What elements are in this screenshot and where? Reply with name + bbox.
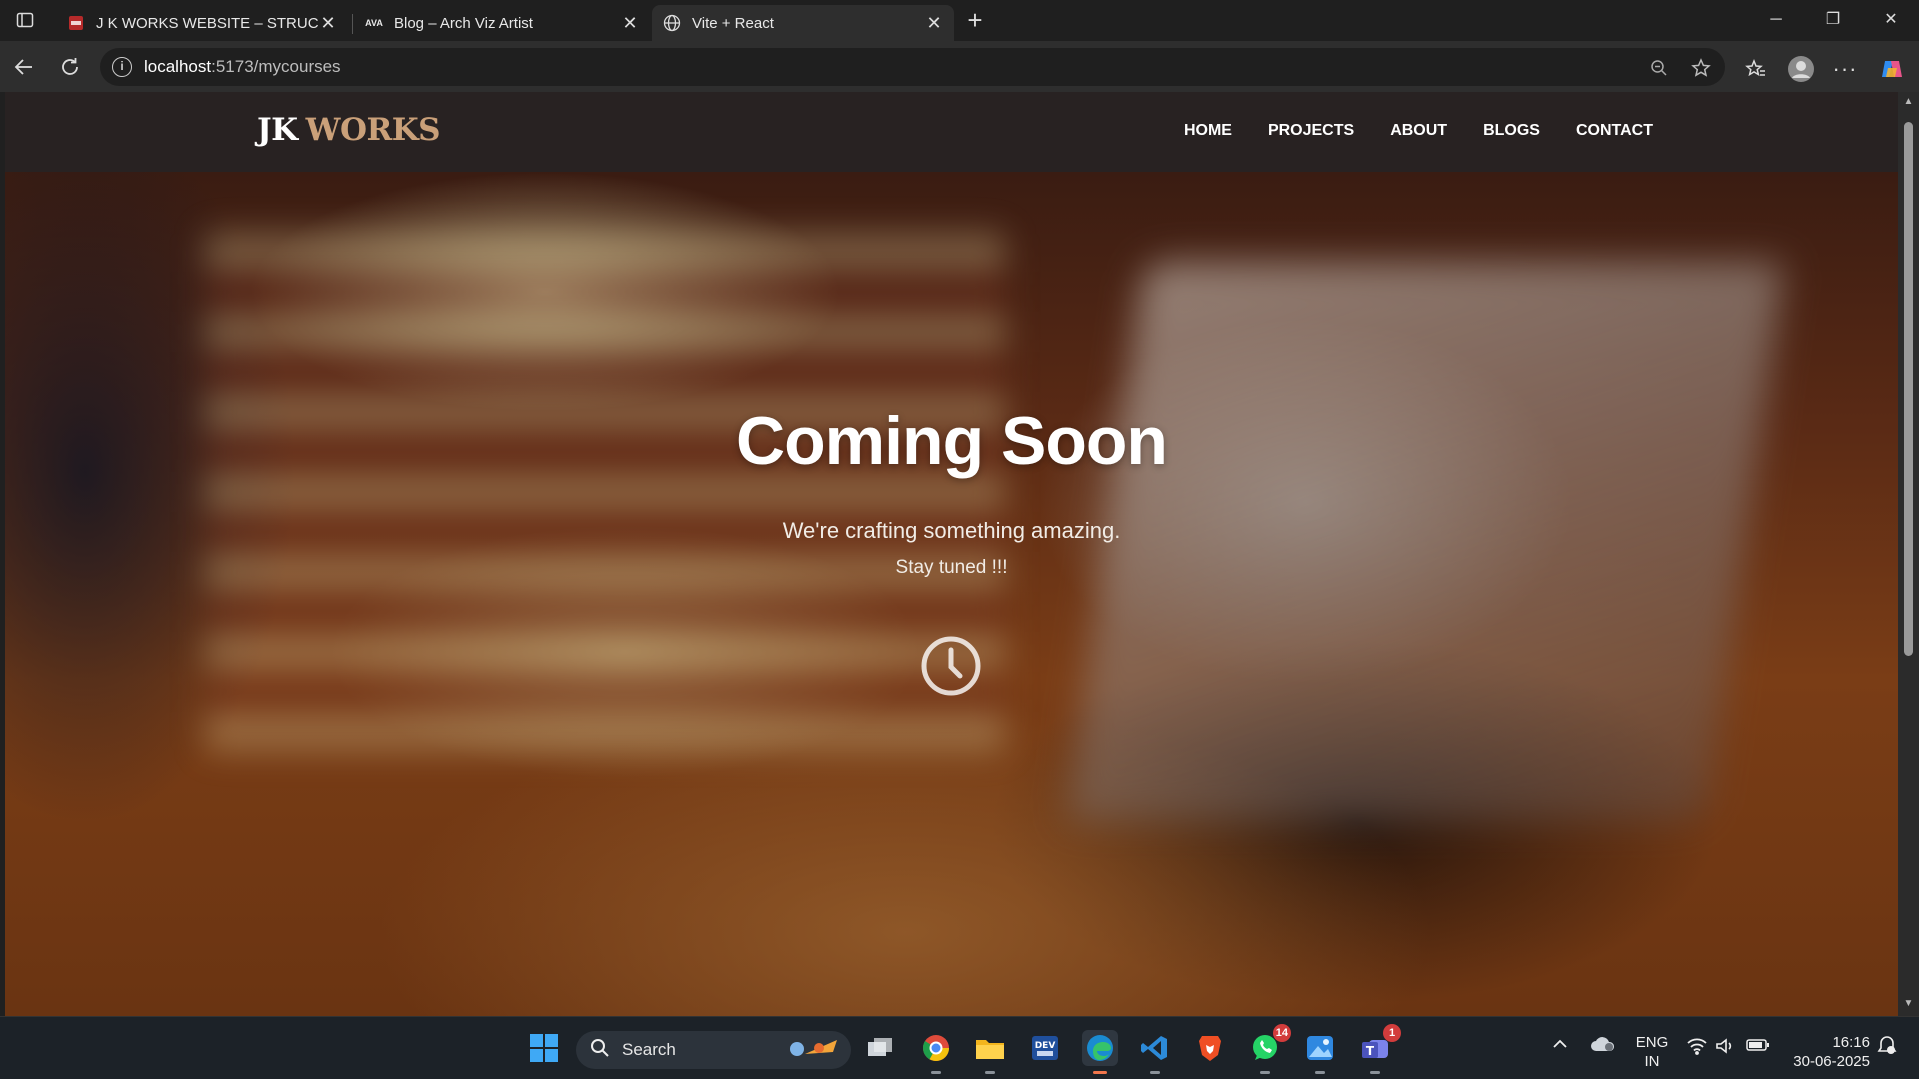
chrome-icon[interactable] [918, 1030, 954, 1074]
close-window-icon[interactable]: ✕ [1871, 6, 1911, 34]
pdf-icon [66, 13, 86, 33]
tab-arch-viz[interactable]: AVA Blog – Arch Viz Artist ✕ [354, 5, 650, 41]
browser-toolbar: i localhost:5173/mycourses [0, 41, 1919, 92]
running-indicator [1370, 1071, 1380, 1074]
site-info-icon[interactable]: i [112, 57, 132, 77]
favorite-star-icon[interactable] [1690, 57, 1712, 79]
nav-blogs[interactable]: BLOGS [1483, 122, 1540, 140]
language-code: ENG [1635, 1034, 1669, 1051]
close-tab-icon[interactable]: ✕ [318, 13, 338, 34]
tab-separator [352, 14, 353, 34]
running-indicator [1315, 1071, 1325, 1074]
running-indicator [931, 1071, 941, 1074]
teams-icon[interactable]: T 1 [1357, 1024, 1401, 1074]
whatsapp-icon[interactable]: 14 [1247, 1024, 1291, 1074]
profile-avatar-icon[interactable] [1786, 54, 1816, 84]
restore-icon[interactable]: ❐ [1813, 6, 1853, 34]
search-icon [590, 1038, 610, 1063]
globe-icon [662, 13, 682, 33]
running-indicator [1093, 1071, 1107, 1074]
svg-text:DEV: DEV [1035, 1041, 1056, 1051]
url-text: localhost:5173/mycourses [144, 57, 341, 76]
logo-works: WORKS [305, 112, 441, 148]
volume-icon[interactable] [1715, 1037, 1737, 1059]
windows-start-icon[interactable] [526, 1030, 562, 1066]
more-menu-icon[interactable]: ··· [1830, 54, 1860, 84]
web-page: JK WORKS HOME PROJECTS ABOUT BLOGS CONTAC… [5, 92, 1898, 1016]
hero-title: Coming Soon [736, 403, 1168, 479]
running-indicator [985, 1071, 995, 1074]
nav-contact[interactable]: CONTACT [1576, 122, 1653, 140]
hero-tagline: Stay tuned !!! [895, 557, 1008, 578]
nav-home[interactable]: HOME [1184, 122, 1232, 140]
hero-section: Coming Soon We're crafting something ama… [5, 172, 1898, 1016]
tab-vite-react[interactable]: Vite + React ✕ [652, 5, 954, 41]
nav-about[interactable]: ABOUT [1390, 122, 1447, 140]
page-scrollbar[interactable]: ▲ ▼ [1898, 92, 1919, 1016]
file-explorer-icon[interactable] [972, 1030, 1008, 1074]
notification-badge: 14 [1272, 1024, 1291, 1042]
clock-icon [919, 634, 983, 698]
wifi-icon[interactable] [1686, 1037, 1708, 1059]
tab-title: J K WORKS WEBSITE – STRUCTUR [96, 14, 318, 32]
taskbar: Search DEV 14 T 1 ENG IN 16:16 30-06-202… [0, 1016, 1919, 1079]
search-highlight-icon [781, 1034, 841, 1067]
notification-bell-icon[interactable] [1877, 1035, 1897, 1061]
dev-home-icon[interactable]: DEV [1027, 1030, 1063, 1066]
ava-icon: AVA [365, 18, 383, 28]
tab-jk-works[interactable]: J K WORKS WEBSITE – STRUCTUR ✕ [56, 5, 348, 41]
svg-text:T: T [1366, 1044, 1375, 1058]
logo-jk: JK [257, 112, 298, 148]
scroll-up-icon[interactable]: ▲ [1902, 96, 1915, 108]
close-tab-icon[interactable]: ✕ [620, 13, 640, 34]
running-indicator [1260, 1071, 1270, 1074]
edge-icon[interactable] [1082, 1030, 1118, 1074]
scroll-thumb[interactable] [1904, 122, 1913, 656]
zoom-icon[interactable] [1648, 57, 1670, 79]
brave-icon[interactable] [1192, 1030, 1228, 1066]
clock-date: 30-06-2025 [1793, 1053, 1870, 1070]
hero-content: Coming Soon We're crafting something ama… [5, 172, 1898, 1016]
system-clock[interactable]: 16:16 30-06-2025 [1782, 1033, 1870, 1071]
reload-icon[interactable] [54, 51, 86, 83]
tab-strip: J K WORKS WEBSITE – STRUCTUR ✕ AVA Blog … [0, 0, 1919, 41]
clock-time: 16:16 [1832, 1034, 1870, 1051]
new-tab-icon[interactable]: + [963, 6, 987, 34]
copilot-icon[interactable] [1877, 54, 1907, 84]
main-nav: HOME PROJECTS ABOUT BLOGS CONTACT [1184, 122, 1653, 140]
task-view-icon[interactable] [862, 1030, 898, 1066]
favorites-icon[interactable] [1741, 54, 1771, 84]
scroll-down-icon[interactable]: ▼ [1902, 998, 1915, 1010]
tab-title: Blog – Arch Viz Artist [394, 14, 533, 32]
close-tab-icon[interactable]: ✕ [924, 13, 944, 34]
back-icon[interactable] [8, 51, 40, 83]
region-code: IN [1644, 1053, 1660, 1070]
onedrive-icon[interactable] [1590, 1035, 1616, 1057]
site-logo[interactable]: JK WORKS [257, 112, 441, 148]
tab-actions-icon[interactable] [12, 8, 38, 32]
photos-icon[interactable] [1302, 1030, 1338, 1074]
language-indicator[interactable]: ENG IN [1632, 1033, 1672, 1071]
search-label: Search [622, 1040, 676, 1059]
tab-title: Vite + React [692, 14, 774, 32]
nav-projects[interactable]: PROJECTS [1268, 122, 1354, 140]
notification-badge: 1 [1383, 1024, 1401, 1042]
show-hidden-icons-icon[interactable] [1552, 1037, 1568, 1054]
site-header: JK WORKS HOME PROJECTS ABOUT BLOGS CONTAC… [5, 92, 1898, 172]
minimize-icon[interactable]: ─ [1756, 6, 1796, 34]
hero-subtitle: We're crafting something amazing. [782, 518, 1121, 543]
running-indicator [1150, 1071, 1160, 1074]
address-bar[interactable]: i localhost:5173/mycourses [100, 48, 1725, 86]
vscode-icon[interactable] [1137, 1030, 1173, 1074]
taskbar-search[interactable]: Search [576, 1031, 851, 1069]
battery-icon[interactable] [1746, 1038, 1770, 1056]
